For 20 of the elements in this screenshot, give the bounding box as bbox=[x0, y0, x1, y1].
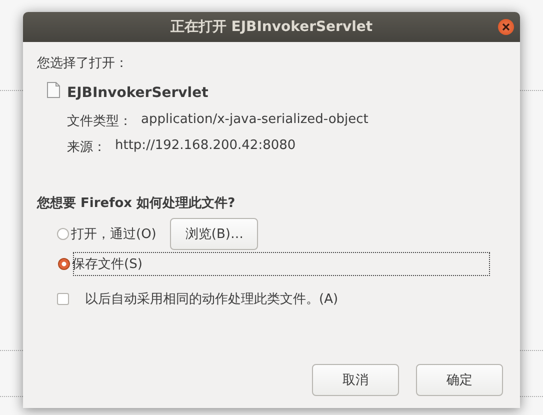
window-title: 正在打开 EJBInvokerServlet bbox=[170, 18, 373, 36]
ok-button[interactable]: 确定 bbox=[416, 364, 503, 396]
checkbox[interactable] bbox=[57, 293, 69, 305]
radio-button[interactable] bbox=[58, 258, 70, 270]
checkbox-label[interactable]: 以后自动采用相同的动作处理此类文件。(A) bbox=[85, 290, 338, 308]
close-icon bbox=[501, 22, 511, 32]
intro-text: 您选择了打开： bbox=[37, 55, 129, 72]
source-value: http://192.168.200.42:8080 bbox=[115, 138, 296, 155]
file-name: EJBInvokerServlet bbox=[67, 85, 208, 101]
question-text: 您想要 Firefox 如何处理此文件? bbox=[37, 194, 236, 212]
browse-button[interactable]: 浏览(B)… bbox=[170, 218, 258, 250]
document-icon bbox=[47, 82, 60, 98]
option-label[interactable]: 保存文件(S) bbox=[72, 255, 142, 273]
type-label: 文件类型： bbox=[67, 113, 132, 130]
type-value: application/x-java-serialized-object bbox=[141, 112, 368, 129]
option-label[interactable]: 打开，通过(O) bbox=[71, 225, 156, 243]
source-label: 来源： bbox=[67, 139, 106, 156]
radio-button[interactable] bbox=[57, 228, 69, 240]
close-button[interactable] bbox=[498, 19, 514, 35]
cancel-button[interactable]: 取消 bbox=[312, 364, 399, 396]
